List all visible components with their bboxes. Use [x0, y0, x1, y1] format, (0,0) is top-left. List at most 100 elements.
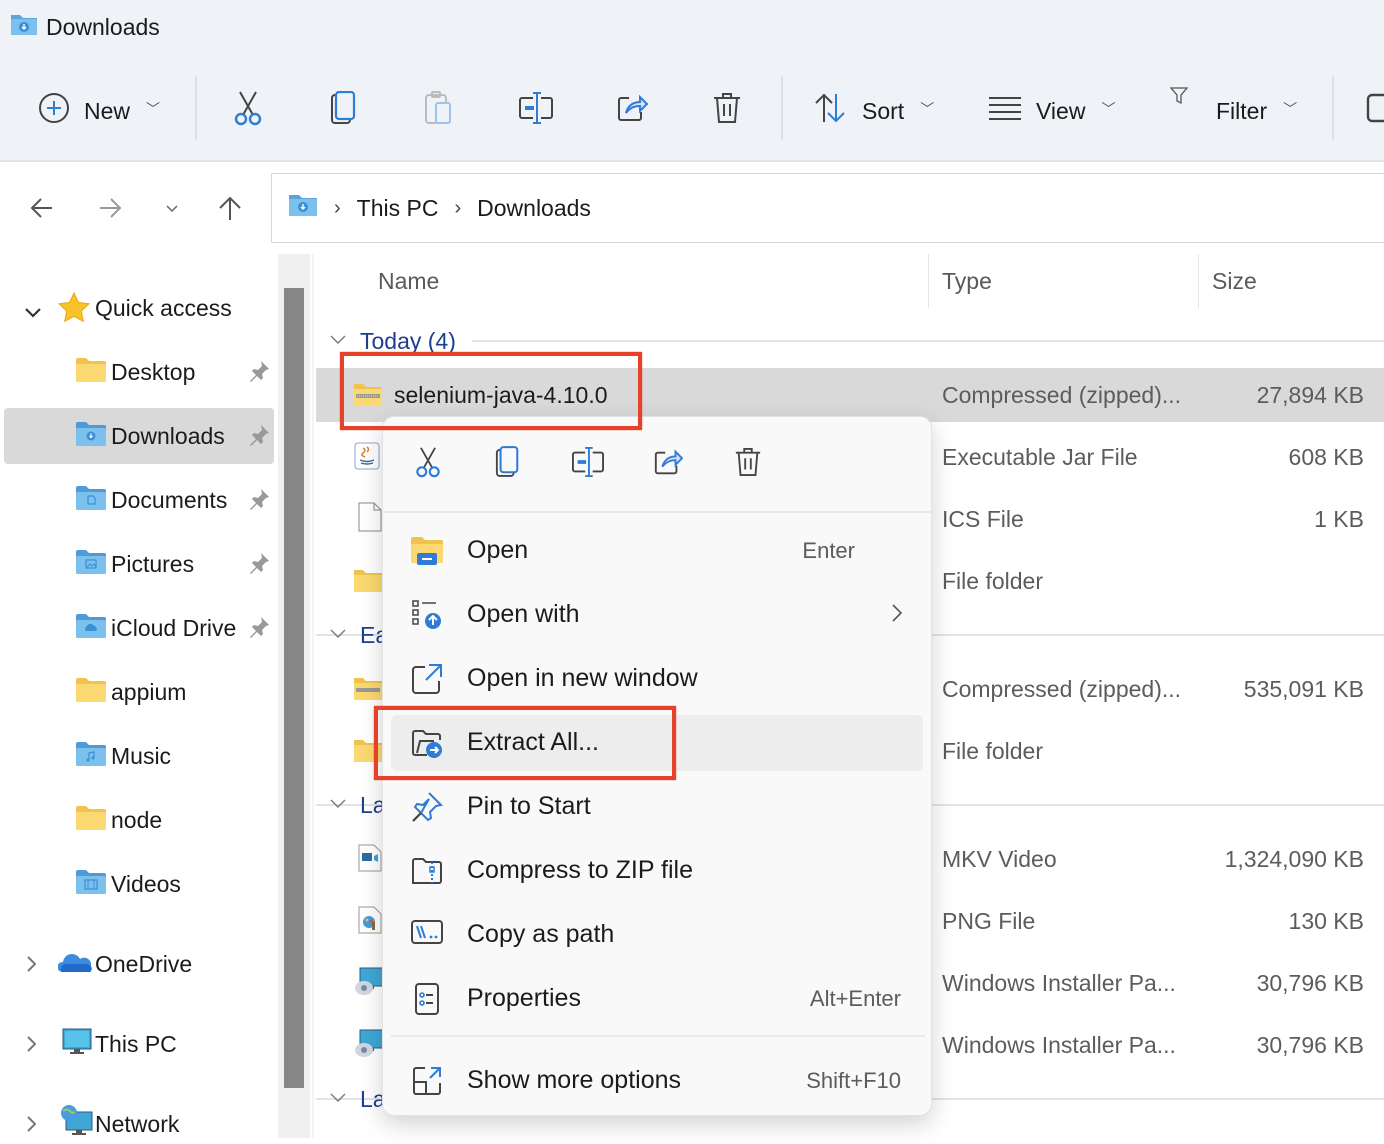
context-cut-button[interactable]: [405, 441, 451, 487]
address-bar[interactable]: › This PC › Downloads: [271, 173, 1384, 243]
menu-label: Properties: [467, 984, 581, 1012]
scissors-icon: [413, 446, 443, 483]
group-header-earlier[interactable]: Ea: [330, 620, 388, 650]
column-header-name[interactable]: Name: [378, 268, 439, 295]
delete-button[interactable]: [712, 76, 742, 146]
sidebar-item-documents[interactable]: Documents: [4, 472, 274, 528]
chevron-right-icon[interactable]: [26, 1032, 38, 1059]
chevron-down-icon: [330, 626, 348, 644]
context-copy-button[interactable]: [485, 441, 531, 487]
command-bar-area: Downloads New ﹀ Sort ﹀ View ﹀ Filter ﹀: [0, 0, 1384, 162]
file-type: MKV Video: [942, 846, 1057, 872]
chevron-right-icon[interactable]: [26, 952, 38, 979]
up-button[interactable]: [210, 190, 250, 230]
file-name: selenium-java-4.10.0: [394, 382, 608, 408]
file-row[interactable]: selenium-java-4.10.0 Compressed (zipped)…: [316, 368, 1384, 422]
folder-icon: [76, 806, 106, 836]
forward-button[interactable]: [90, 190, 130, 230]
breadcrumb-downloads[interactable]: Downloads: [477, 195, 591, 222]
file-size: 1 KB: [1314, 506, 1364, 532]
menu-label: Copy as path: [467, 920, 615, 948]
properties-icon: [411, 983, 443, 1015]
zip-folder-icon: [354, 676, 382, 705]
star-icon: [57, 291, 91, 328]
more-toolbar-button[interactable]: [1366, 76, 1384, 146]
music-folder-icon: [76, 742, 106, 772]
menu-item-open-new-window[interactable]: Open in new window: [391, 651, 923, 707]
view-button[interactable]: View ﹀: [988, 76, 1115, 146]
sidebar-item-quick-access[interactable]: Quick access: [4, 280, 274, 336]
sidebar-item-desktop[interactable]: Desktop: [4, 344, 274, 400]
cut-button[interactable]: [232, 76, 264, 146]
share-button[interactable]: [616, 76, 649, 146]
sidebar-item-videos[interactable]: Videos: [4, 856, 274, 912]
filter-button[interactable]: Filter ﹀: [1169, 76, 1297, 146]
folder-icon: [354, 568, 382, 597]
context-rename-button[interactable]: [565, 441, 611, 487]
column-divider[interactable]: [1198, 254, 1199, 308]
sidebar-label: This PC: [95, 1030, 177, 1057]
context-delete-button[interactable]: [725, 441, 771, 487]
sidebar-scrollbar-thumb[interactable]: [284, 288, 304, 1088]
menu-label: Open with: [467, 600, 580, 628]
toolbar: New ﹀ Sort ﹀ View ﹀ Filter ﹀: [0, 76, 1384, 146]
trash-icon: [712, 91, 742, 131]
column-divider[interactable]: [928, 254, 929, 308]
sidebar-item-node[interactable]: node: [4, 792, 274, 848]
chevron-right-icon[interactable]: [26, 1112, 38, 1139]
sidebar-label: appium: [111, 678, 187, 705]
group-header-today[interactable]: Today (4): [330, 326, 456, 356]
network-icon: [60, 1104, 94, 1144]
video-file-icon: [358, 844, 382, 877]
details-pane-icon: [1366, 93, 1384, 129]
group-header-last[interactable]: La: [330, 790, 386, 820]
menu-item-open[interactable]: Open Enter: [391, 523, 923, 579]
menu-item-properties[interactable]: Properties Alt+Enter: [391, 971, 923, 1027]
installer-file-icon: [354, 966, 385, 1001]
chevron-right-icon: [891, 597, 903, 630]
menu-item-pin-to-start[interactable]: Pin to Start: [391, 779, 923, 835]
rename-button[interactable]: [518, 76, 554, 146]
sidebar-label: Downloads: [111, 422, 225, 449]
pin-icon: [411, 791, 444, 823]
column-header-size[interactable]: Size: [1212, 268, 1257, 295]
menu-shortcut: Enter: [802, 538, 855, 563]
sidebar-item-onedrive[interactable]: OneDrive: [4, 936, 274, 992]
copy-button[interactable]: [330, 76, 358, 146]
sidebar-item-pictures[interactable]: Pictures: [4, 536, 274, 592]
menu-item-show-more-options[interactable]: Show more options Shift+F10: [391, 1053, 923, 1109]
sidebar-item-this-pc[interactable]: This PC: [4, 1016, 274, 1072]
menu-item-open-with[interactable]: Open with: [391, 587, 923, 643]
file-type: Compressed (zipped)...: [942, 382, 1182, 408]
recent-locations-button[interactable]: [152, 190, 192, 230]
context-menu: Open Enter Open with Open in new window …: [382, 416, 933, 1116]
sort-label: Sort: [862, 97, 905, 124]
sidebar-item-appium[interactable]: appium: [4, 664, 274, 720]
funnel-icon: [1169, 84, 1189, 111]
context-quick-actions: [383, 417, 933, 511]
sidebar-label: iCloud Drive: [111, 614, 237, 641]
sidebar-item-icloud-drive[interactable]: iCloud Drive: [4, 600, 274, 656]
sort-button[interactable]: Sort ﹀: [814, 76, 934, 146]
downloads-folder-icon: [76, 422, 106, 452]
new-button[interactable]: New ﹀: [38, 76, 160, 146]
breadcrumb-this-pc[interactable]: This PC: [357, 195, 439, 222]
pin-icon: [248, 360, 270, 388]
chevron-down-icon[interactable]: [24, 298, 42, 325]
menu-item-extract-all[interactable]: Extract All...: [391, 715, 923, 771]
pane-divider[interactable]: [312, 254, 314, 1138]
sort-arrows-icon: [814, 92, 848, 130]
downloads-folder-icon: [288, 192, 318, 224]
menu-item-copy-as-path[interactable]: Copy as path: [391, 907, 923, 963]
context-share-button[interactable]: [645, 441, 691, 487]
sidebar-item-downloads[interactable]: Downloads: [4, 408, 274, 464]
sidebar-item-network[interactable]: Network: [4, 1096, 274, 1144]
chevron-down-icon: [165, 201, 179, 219]
sidebar-item-music[interactable]: Music: [4, 728, 274, 784]
navigation-bar: › This PC › Downloads: [0, 164, 1384, 250]
group-header-last-2[interactable]: La: [330, 1084, 386, 1114]
back-button[interactable]: [22, 190, 62, 230]
paste-button[interactable]: [424, 76, 454, 146]
column-header-type[interactable]: Type: [942, 268, 992, 295]
menu-item-compress-zip[interactable]: Compress to ZIP file: [391, 843, 923, 899]
